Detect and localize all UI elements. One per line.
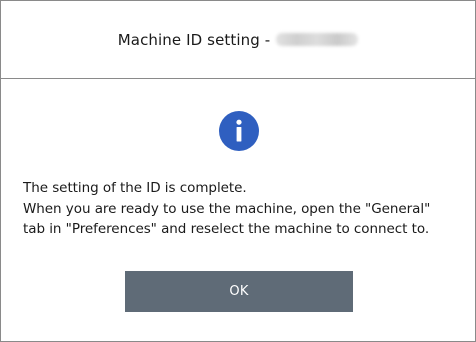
dialog-message: The setting of the ID is complete. When … (23, 178, 463, 240)
message-line: The setting of the ID is complete. (23, 180, 247, 196)
machine-id-dialog: Machine ID setting - The setting of the … (0, 0, 476, 342)
dialog-title: Machine ID setting - (117, 30, 271, 49)
ok-button[interactable]: OK (125, 271, 353, 312)
info-icon (219, 111, 259, 151)
message-line: When you are ready to use the machine, o… (23, 200, 431, 217)
dialog-title-bar: Machine ID setting - (1, 1, 475, 79)
redacted-machine-id (276, 33, 359, 46)
message-line: tab in "Preferences" and reselect the ma… (23, 221, 430, 237)
